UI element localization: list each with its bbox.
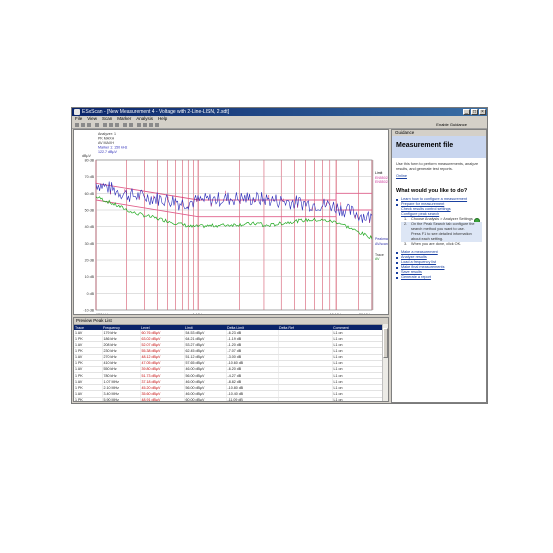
title-bar[interactable]: ESxScan - [New Measurement 4 - Voltage w… [72,108,487,116]
minimize-button[interactable]: _ [463,109,470,115]
x-tick-label: 1 MHz [193,313,204,315]
zoom-icon[interactable] [137,123,141,127]
new-icon[interactable] [75,123,79,127]
legend-text: AV MAXH [98,141,114,145]
toolbar: Enable Guidance [72,122,487,129]
guidance-link[interactable]: Generate a report [401,275,482,280]
report-icon[interactable] [155,123,159,127]
y-tick-label: 10 dB [85,275,95,279]
print-icon[interactable] [95,123,99,127]
y-tick-label: 60 dB [85,192,95,196]
legend-text: PK MAXH [98,137,115,141]
plot-area [95,159,373,311]
table-cell: 60.00 dBμV [184,397,227,401]
legend-text: Marker 1: 150 kHz [98,146,128,150]
peak-list-pane: Preview Peak List Trace Frequency Level Lim… [73,317,389,402]
open-icon[interactable] [81,123,85,127]
cut-icon[interactable] [103,123,107,127]
window-title: ESxScan - [New Measurement 4 - Voltage w… [82,109,230,115]
link-prepare-measurement[interactable]: Prepare for measurement [401,202,482,207]
table-cell: -11.09 dB [226,397,279,401]
peak-icon[interactable] [149,123,153,127]
trace-label: EN55022 AV [375,180,389,184]
marker-icon[interactable] [143,123,147,127]
bullet-icon [396,277,398,279]
guidance-question: What would you like to do? [396,188,468,194]
legend-text: Analyzer: 1 [98,132,116,136]
bullet-icon [396,272,398,274]
guidance-intro: Use this form to perform measurements, a… [396,162,479,171]
spectrum-chart-pane[interactable]: 80 dB 70 dB 60 dB 50 dB 40 dB 30 dB 20 dB 10 dB… [73,129,389,315]
table-cell: 48.91 dBμV [140,397,185,401]
bullet-icon [396,199,398,201]
trace-label: AV [375,257,380,261]
app-window: ESxScan - [New Measurement 4 - Voltage w… [71,107,488,404]
table-cell: 1 PK [74,397,103,401]
y-tick-label: -10 dB [83,309,94,313]
legend-text: 122.7 dBμV [98,150,117,154]
trace-label: AV/scan [375,242,388,246]
table-cell [278,397,333,401]
x-tick-label: 10 MHz [330,313,343,315]
maximize-button[interactable]: □ [471,109,478,115]
guidance-panel: Guidance Measurement file Use this form … [391,129,487,403]
link-item: Generate a report [396,275,482,280]
step-3: 3. When you are done, click OK. [404,242,462,246]
stop-icon[interactable] [129,123,133,127]
enable-guidance-toggle[interactable]: Enable Guidance [436,122,467,128]
y-tick-label: 50 dB [85,209,95,213]
spectrum-chart[interactable]: 80 dB 70 dB 60 dB 50 dB 40 dB 30 dB 20 dB 10 dB… [74,130,389,315]
table-cell: L1 on [332,397,383,401]
y-tick-label: 40 dB [85,225,95,229]
x-tick-label: 150 kHz [96,313,110,315]
save-icon[interactable] [87,123,91,127]
guidance-header: Measurement file [392,136,486,158]
y-tick-label: 0 dB [87,292,95,296]
bullet-icon [396,267,398,269]
peak-list-title: Preview Peak List [74,318,388,325]
run-scan-icon[interactable] [123,123,127,127]
step-2-note: Press F1 to see detailed information abo… [401,232,482,242]
peak-table: Trace Frequency Level Limit Delta Limit Delta… [74,325,383,401]
table-cell: 5.90 MHz [102,397,141,401]
x-tick-label: 30 MHz [359,313,372,315]
trace-label: Limit [375,171,382,175]
trace-label: Peakmax [375,237,389,241]
y-tick-label: 80 dB [85,159,95,163]
bullet-icon [396,204,398,206]
y-tick-label: 20 dB [85,259,95,263]
scroll-thumb[interactable] [383,328,388,358]
paste-icon[interactable] [115,123,119,127]
window-controls: _ □ × [463,109,486,115]
y-tick-label: 30 dB [85,242,95,246]
y-unit-label: dBμV [82,154,91,158]
y-tick-label: 70 dB [85,175,95,179]
close-button[interactable]: × [479,109,486,115]
copy-icon[interactable] [109,123,113,127]
app-icon [74,109,80,115]
bullet-icon [396,252,398,254]
bullet-icon [396,262,398,264]
online-help-link[interactable]: Online [396,174,482,179]
table-row[interactable]: 1 PK 5.90 MHz 48.91 dBμV 60.00 dBμV -11.09 d… [74,397,383,401]
peak-list-scrollbar[interactable] [382,324,388,401]
step-2: 2. On the Peak Search tab configure the s… [401,222,482,232]
bullet-icon [396,257,398,259]
